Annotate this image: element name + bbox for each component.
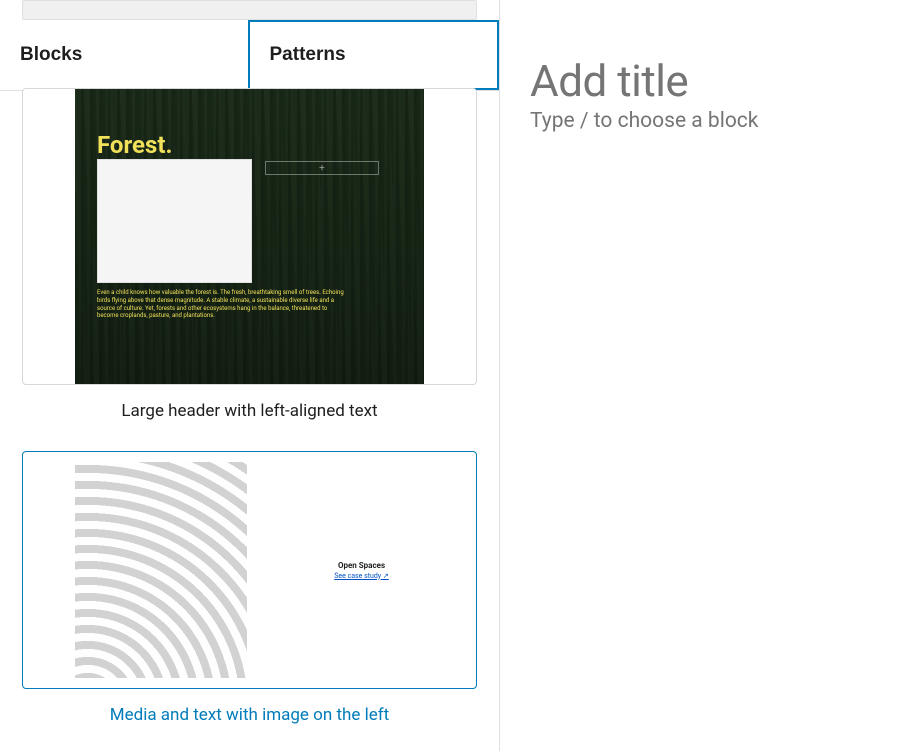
tab-blocks[interactable]: Blocks [0,20,248,90]
forest-paragraph: Even a child knows how valuable the fore… [97,289,344,320]
media-text-heading: Open Spaces [338,561,385,570]
forest-cover-block: Forest. + Even a child knows how valuabl… [75,89,424,384]
pattern-preview: Forest. + Even a child knows how valuabl… [23,89,476,384]
pattern-preview: Open Spaces See case study ↗ [23,452,476,688]
inserter-tabs: Blocks Patterns [0,20,499,91]
pattern-card-large-header[interactable]: Forest. + Even a child knows how valuabl… [22,88,477,385]
block-appender-prompt[interactable]: Type / to choose a block [530,109,870,133]
forest-add-block-appender: + [265,161,379,175]
media-text-link: See case study ↗ [334,572,388,580]
forest-image-placeholder [97,159,252,283]
media-text-content: Open Spaces See case study ↗ [247,462,476,678]
media-text-image [75,462,247,678]
editor-canvas[interactable]: Add title Type / to choose a block [500,0,900,751]
pattern-label: Large header with left-aligned text [22,401,477,421]
pattern-card-media-text[interactable]: Open Spaces See case study ↗ [22,451,477,689]
patterns-list: Forest. + Even a child knows how valuabl… [0,88,499,751]
post-title-input[interactable]: Add title [530,55,870,107]
tab-patterns[interactable]: Patterns [248,20,500,90]
category-selector-collapsed[interactable] [22,0,477,20]
pattern-label: Media and text with image on the left [22,705,477,725]
inserter-panel: Blocks Patterns Forest. + Even a child k… [0,0,500,751]
forest-heading: Forest. [97,131,402,159]
